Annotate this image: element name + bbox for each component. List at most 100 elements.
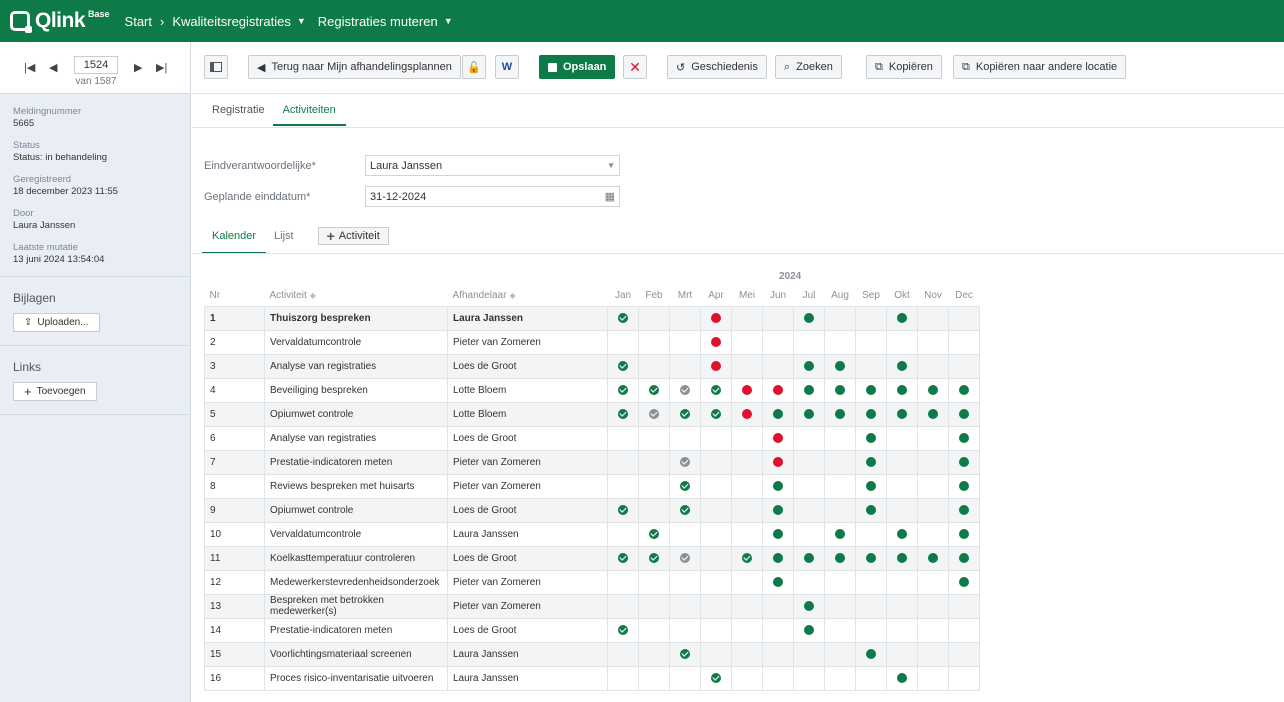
month-cell[interactable] [669, 377, 701, 403]
month-cell[interactable] [824, 521, 856, 547]
month-cell[interactable] [855, 353, 887, 379]
month-cell[interactable] [700, 377, 732, 403]
table-row[interactable]: 9 Opiumwet controle Loes de Groot [204, 497, 980, 523]
first-record-icon[interactable]: |◀ [24, 61, 35, 74]
month-cell[interactable] [669, 329, 701, 355]
month-cell[interactable] [793, 353, 825, 379]
table-row[interactable]: 8 Reviews bespreken met huisarts Pieter va… [204, 473, 980, 499]
month-cell[interactable] [731, 665, 763, 691]
month-cell[interactable] [917, 305, 949, 331]
month-cell[interactable] [607, 497, 639, 523]
month-cell[interactable] [917, 545, 949, 571]
month-cell[interactable] [824, 473, 856, 499]
month-cell[interactable] [948, 425, 980, 451]
month-cell[interactable] [948, 569, 980, 595]
month-cell[interactable] [948, 329, 980, 355]
month-cell[interactable] [824, 665, 856, 691]
month-cell[interactable] [917, 569, 949, 595]
unlock-button[interactable]: 🔓 [462, 55, 486, 79]
table-row[interactable]: 6 Analyse van registraties Loes de Groot [204, 425, 980, 451]
month-cell[interactable] [917, 521, 949, 547]
month-cell[interactable] [855, 377, 887, 403]
month-cell[interactable] [669, 569, 701, 595]
month-cell[interactable] [762, 305, 794, 331]
month-cell[interactable] [948, 449, 980, 475]
month-cell[interactable] [793, 401, 825, 427]
month-cell[interactable] [824, 377, 856, 403]
month-cell[interactable] [886, 665, 918, 691]
month-cell[interactable] [824, 569, 856, 595]
tab-lijst[interactable]: Lijst [274, 227, 294, 254]
month-cell[interactable] [669, 641, 701, 667]
month-cell[interactable] [948, 401, 980, 427]
save-button[interactable]: Opslaan [539, 55, 616, 79]
month-cell[interactable] [700, 545, 732, 571]
qlink-logo[interactable]: Qlink Base [10, 9, 110, 33]
month-cell[interactable] [762, 617, 794, 643]
month-cell[interactable] [824, 353, 856, 379]
month-cell[interactable] [700, 449, 732, 475]
month-cell[interactable] [917, 329, 949, 355]
month-cell[interactable] [855, 665, 887, 691]
month-cell[interactable] [607, 545, 639, 571]
month-cell[interactable] [700, 401, 732, 427]
month-cell[interactable] [762, 641, 794, 667]
month-cell[interactable] [948, 617, 980, 643]
month-cell[interactable] [731, 497, 763, 523]
month-cell[interactable] [731, 521, 763, 547]
search-button[interactable]: ⌕ Zoeken [775, 55, 842, 79]
month-cell[interactable] [762, 329, 794, 355]
table-row[interactable]: 14 Prestatie-indicatoren meten Loes de Gro… [204, 617, 980, 643]
month-cell[interactable] [638, 641, 670, 667]
month-cell[interactable] [607, 569, 639, 595]
table-row[interactable]: 10 Vervaldatumcontrole Laura Janssen [204, 521, 980, 547]
month-cell[interactable] [638, 377, 670, 403]
month-cell[interactable] [731, 473, 763, 499]
month-cell[interactable] [731, 545, 763, 571]
tab-kalender[interactable]: Kalender [202, 227, 267, 254]
month-cell[interactable] [700, 617, 732, 643]
table-row[interactable]: 2 Vervaldatumcontrole Pieter van Zomeren [204, 329, 980, 355]
month-cell[interactable] [824, 497, 856, 523]
month-cell[interactable] [669, 617, 701, 643]
month-cell[interactable] [855, 593, 887, 619]
month-cell[interactable] [824, 305, 856, 331]
month-cell[interactable] [886, 545, 918, 571]
month-cell[interactable] [793, 569, 825, 595]
month-cell[interactable] [886, 377, 918, 403]
month-cell[interactable] [700, 425, 732, 451]
month-cell[interactable] [762, 497, 794, 523]
month-cell[interactable] [700, 497, 732, 523]
month-cell[interactable] [700, 353, 732, 379]
month-cell[interactable] [917, 665, 949, 691]
month-cell[interactable] [917, 377, 949, 403]
month-cell[interactable] [762, 569, 794, 595]
month-cell[interactable] [855, 617, 887, 643]
month-cell[interactable] [731, 329, 763, 355]
month-cell[interactable] [886, 329, 918, 355]
month-cell[interactable] [886, 617, 918, 643]
month-cell[interactable] [855, 545, 887, 571]
month-cell[interactable] [762, 665, 794, 691]
month-cell[interactable] [638, 569, 670, 595]
month-cell[interactable] [917, 593, 949, 619]
month-cell[interactable] [731, 617, 763, 643]
table-row[interactable]: 15 Voorlichtingsmateriaal screenen Laura J… [204, 641, 980, 667]
month-cell[interactable] [793, 665, 825, 691]
month-cell[interactable] [917, 401, 949, 427]
month-cell[interactable] [669, 665, 701, 691]
month-cell[interactable] [638, 305, 670, 331]
tab-activiteiten[interactable]: Activiteiten [272, 94, 346, 126]
month-cell[interactable] [762, 521, 794, 547]
month-cell[interactable] [948, 545, 980, 571]
month-cell[interactable] [700, 305, 732, 331]
month-cell[interactable] [731, 425, 763, 451]
nav-start[interactable]: Start [125, 14, 152, 29]
month-cell[interactable] [731, 401, 763, 427]
next-record-icon[interactable]: ▶ [134, 61, 142, 74]
month-cell[interactable] [762, 401, 794, 427]
back-button[interactable]: ◀ Terug naar Mijn afhandelingsplannen [248, 55, 461, 79]
month-cell[interactable] [824, 425, 856, 451]
month-cell[interactable] [886, 473, 918, 499]
nav-registraties-muteren[interactable]: Registraties muteren [318, 14, 438, 29]
